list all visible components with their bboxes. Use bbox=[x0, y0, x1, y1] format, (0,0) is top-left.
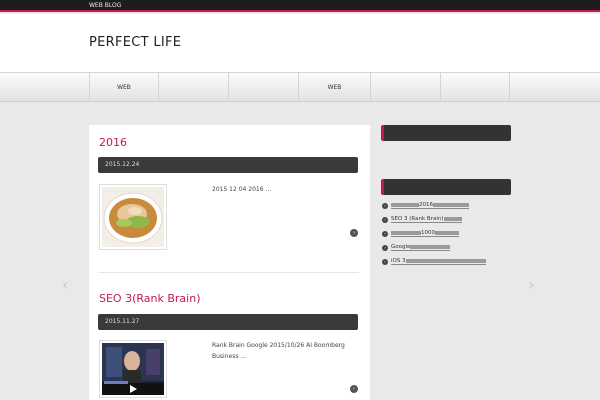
sidebar-recent-label: Google bbox=[391, 244, 451, 251]
post-date: 2015.12.24 bbox=[105, 161, 140, 168]
chevron-right-icon: › bbox=[350, 229, 358, 237]
post-date: 2015.11.27 bbox=[105, 318, 140, 325]
sidebar-recent-item[interactable]: › iOS 3 bbox=[382, 258, 486, 265]
post-title-year: 2016 bbox=[99, 136, 127, 149]
sidebar-recent-label: SEO 3 (Rank Brain) bbox=[391, 216, 462, 223]
sidebar-recent-text: iOS 3 bbox=[391, 258, 406, 264]
chevron-right-icon: › bbox=[382, 202, 388, 209]
text-placeholder bbox=[391, 230, 421, 235]
chevron-right-icon: › bbox=[382, 244, 388, 251]
nav-item-5[interactable] bbox=[370, 73, 440, 101]
post-excerpt: Rank Brain Google 2015/10/26 AI Boomberg… bbox=[212, 342, 345, 360]
chevron-right-icon: › bbox=[350, 385, 358, 393]
text-placeholder bbox=[443, 216, 462, 221]
chevron-right-icon: › bbox=[382, 216, 388, 223]
post-excerpt: 2015 12 04 2016 ... bbox=[212, 186, 272, 193]
sidebar-recent-text: 2016 bbox=[419, 202, 433, 208]
sidebar-recent-label: 2016 bbox=[391, 202, 469, 209]
main-content: 2016 2015.12.24 2015 12 04 2016 ... › SE… bbox=[89, 125, 370, 400]
food-photo-icon bbox=[102, 187, 164, 247]
sidebar-recent-item[interactable]: › 1000 bbox=[382, 230, 459, 237]
read-more-link[interactable]: › bbox=[347, 229, 358, 237]
post-title[interactable]: 2016 bbox=[99, 136, 127, 149]
sidebar-recent-item[interactable]: › Google bbox=[382, 244, 451, 251]
text-placeholder bbox=[410, 244, 451, 249]
post-date-bar: 2015.11.27 bbox=[98, 314, 358, 330]
top-bar: WEB BLOG bbox=[0, 0, 600, 12]
sidebar-recent-item[interactable]: › SEO 3 (Rank Brain) bbox=[382, 216, 462, 223]
sidebar-recent-text: Google bbox=[391, 244, 411, 250]
global-nav: WEB WEB bbox=[0, 72, 600, 102]
post-thumbnail[interactable] bbox=[99, 184, 167, 250]
post-title-rank-brain: (Rank Brain) bbox=[132, 292, 201, 305]
sidebar-recent-item[interactable]: › 2016 bbox=[382, 202, 469, 209]
text-placeholder bbox=[435, 230, 459, 235]
nav-item-4[interactable]: WEB bbox=[298, 73, 370, 101]
site-header: PERFECT LIFE bbox=[0, 14, 600, 72]
sidebar-recent-text: 1000 bbox=[421, 230, 435, 236]
video-frame-icon bbox=[102, 343, 164, 395]
sidebar-recent-label: 1000 bbox=[391, 230, 459, 237]
text-placeholder bbox=[405, 258, 486, 263]
sidebar-profile-heading bbox=[381, 125, 511, 141]
post-date-bar: 2015.12.24 bbox=[98, 157, 358, 173]
sidebar-recent-heading bbox=[381, 179, 511, 195]
ghost-next-arrow-icon: › bbox=[528, 275, 535, 294]
site-tagline: WEB BLOG bbox=[89, 2, 122, 9]
nav-item-1[interactable]: WEB bbox=[89, 73, 158, 101]
sidebar-recent-label: iOS 3 bbox=[391, 258, 486, 265]
chevron-right-icon: › bbox=[382, 258, 388, 265]
post-title[interactable]: SEO 3(Rank Brain) bbox=[99, 292, 201, 305]
post-divider bbox=[99, 272, 359, 273]
post-title-text: SEO 3 bbox=[99, 292, 133, 305]
text-placeholder bbox=[391, 202, 419, 207]
text-placeholder bbox=[433, 202, 469, 207]
post-video-thumbnail[interactable] bbox=[99, 340, 167, 398]
sidebar-recent-text: SEO 3 (Rank Brain) bbox=[391, 216, 444, 222]
read-more-link[interactable]: › bbox=[347, 385, 358, 393]
ghost-prev-arrow-icon: ‹ bbox=[62, 275, 69, 294]
chevron-right-icon: › bbox=[382, 230, 388, 237]
nav-item-2[interactable] bbox=[158, 73, 228, 101]
site-logo[interactable]: PERFECT LIFE bbox=[89, 35, 181, 50]
nav-item-6[interactable] bbox=[440, 73, 510, 101]
nav-item-3[interactable] bbox=[228, 73, 298, 101]
